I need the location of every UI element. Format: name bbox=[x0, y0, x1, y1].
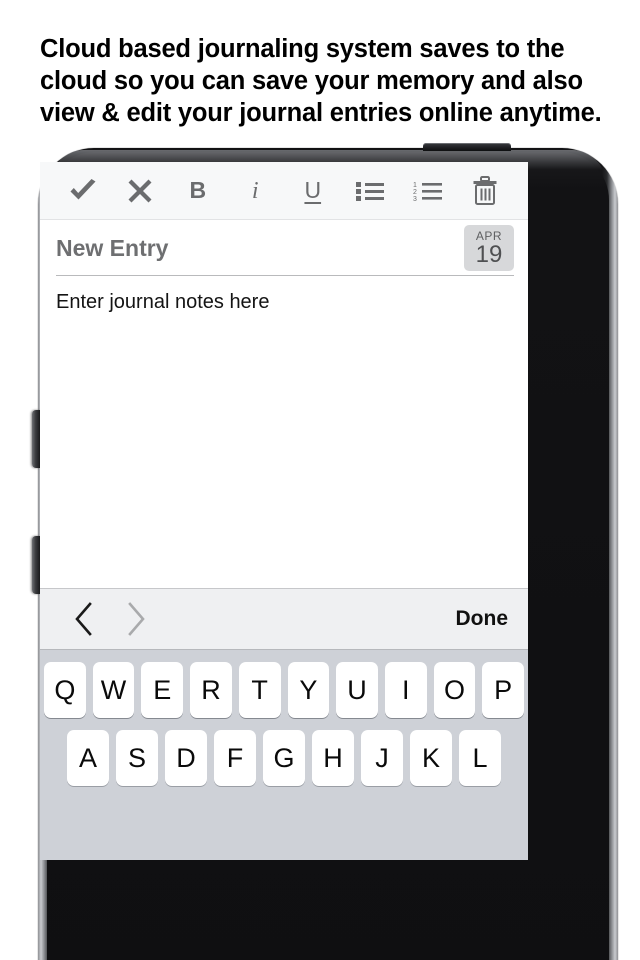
numbered-list-button[interactable]: 1 2 3 bbox=[399, 162, 457, 220]
trash-icon bbox=[472, 175, 498, 206]
bold-button[interactable]: B bbox=[169, 162, 227, 220]
delete-entry-button[interactable] bbox=[457, 162, 515, 220]
page-root: Cloud based journaling system saves to t… bbox=[0, 0, 640, 960]
key-w[interactable]: W bbox=[92, 662, 135, 718]
previous-field-button[interactable] bbox=[58, 588, 110, 650]
key-e[interactable]: E bbox=[141, 662, 184, 718]
key-p[interactable]: P bbox=[482, 662, 525, 718]
cancel-entry-button[interactable] bbox=[112, 162, 170, 220]
promo-headline: Cloud based journaling system saves to t… bbox=[40, 35, 602, 127]
svg-text:3: 3 bbox=[413, 196, 417, 202]
chevron-left-icon bbox=[74, 602, 94, 636]
key-l[interactable]: L bbox=[459, 730, 501, 786]
underline-button[interactable]: U bbox=[284, 162, 342, 220]
key-g[interactable]: G bbox=[263, 730, 305, 786]
numbered-list-icon: 1 2 3 bbox=[413, 180, 443, 202]
key-t[interactable]: T bbox=[238, 662, 281, 718]
key-j[interactable]: J bbox=[361, 730, 403, 786]
italic-button[interactable]: i bbox=[227, 162, 285, 220]
svg-text:1: 1 bbox=[413, 182, 417, 189]
underline-icon: U bbox=[304, 177, 322, 203]
key-u[interactable]: U bbox=[336, 662, 378, 718]
key-s[interactable]: S bbox=[116, 730, 158, 786]
key-d[interactable]: D bbox=[165, 730, 207, 786]
chevron-right-icon bbox=[126, 602, 146, 636]
key-o[interactable]: O bbox=[433, 662, 476, 718]
editor-toolbar: B i U 1 2 3 bbox=[40, 162, 528, 220]
keyboard-row-1: Q W E R T Y U I O P bbox=[40, 662, 528, 718]
next-field-button[interactable] bbox=[110, 588, 162, 650]
keyboard-accessory-bar: Done bbox=[40, 588, 528, 650]
entry-title-row: New Entry APR 19 bbox=[40, 220, 528, 276]
key-h[interactable]: H bbox=[312, 730, 354, 786]
volume-down-button[interactable] bbox=[32, 536, 40, 594]
checkmark-icon bbox=[68, 178, 98, 204]
keyboard-row-2: A S D F G H J K L bbox=[40, 730, 528, 786]
phone-screen: B i U 1 2 3 New Entry APR 19 Enter journ… bbox=[40, 162, 528, 860]
key-a[interactable]: A bbox=[67, 730, 109, 786]
entry-date-badge[interactable]: APR 19 bbox=[464, 225, 514, 271]
key-r[interactable]: R bbox=[190, 662, 232, 718]
bulleted-list-button[interactable] bbox=[342, 162, 400, 220]
entry-date-month: APR bbox=[475, 228, 503, 243]
power-button[interactable] bbox=[423, 143, 511, 151]
save-entry-button[interactable] bbox=[54, 162, 112, 220]
key-f[interactable]: F bbox=[214, 730, 256, 786]
key-q[interactable]: Q bbox=[43, 662, 86, 718]
on-screen-keyboard: Q W E R T Y U I O P A S D F G H J K L bbox=[40, 650, 528, 860]
key-k[interactable]: K bbox=[410, 730, 452, 786]
key-y[interactable]: Y bbox=[287, 662, 330, 718]
svg-text:2: 2 bbox=[413, 189, 417, 196]
bulleted-list-icon bbox=[356, 180, 385, 202]
bold-icon: B bbox=[189, 177, 207, 203]
notes-placeholder: Enter journal notes here bbox=[56, 291, 270, 313]
journal-notes-area[interactable]: Enter journal notes here bbox=[40, 276, 528, 588]
volume-up-button[interactable] bbox=[32, 410, 40, 468]
entry-date-day: 19 bbox=[475, 240, 503, 268]
entry-title-input[interactable]: New Entry bbox=[56, 235, 168, 262]
italic-icon: i bbox=[251, 177, 259, 204]
key-i[interactable]: I bbox=[384, 662, 427, 718]
done-button[interactable]: Done bbox=[456, 607, 511, 631]
close-x-icon bbox=[127, 178, 153, 204]
